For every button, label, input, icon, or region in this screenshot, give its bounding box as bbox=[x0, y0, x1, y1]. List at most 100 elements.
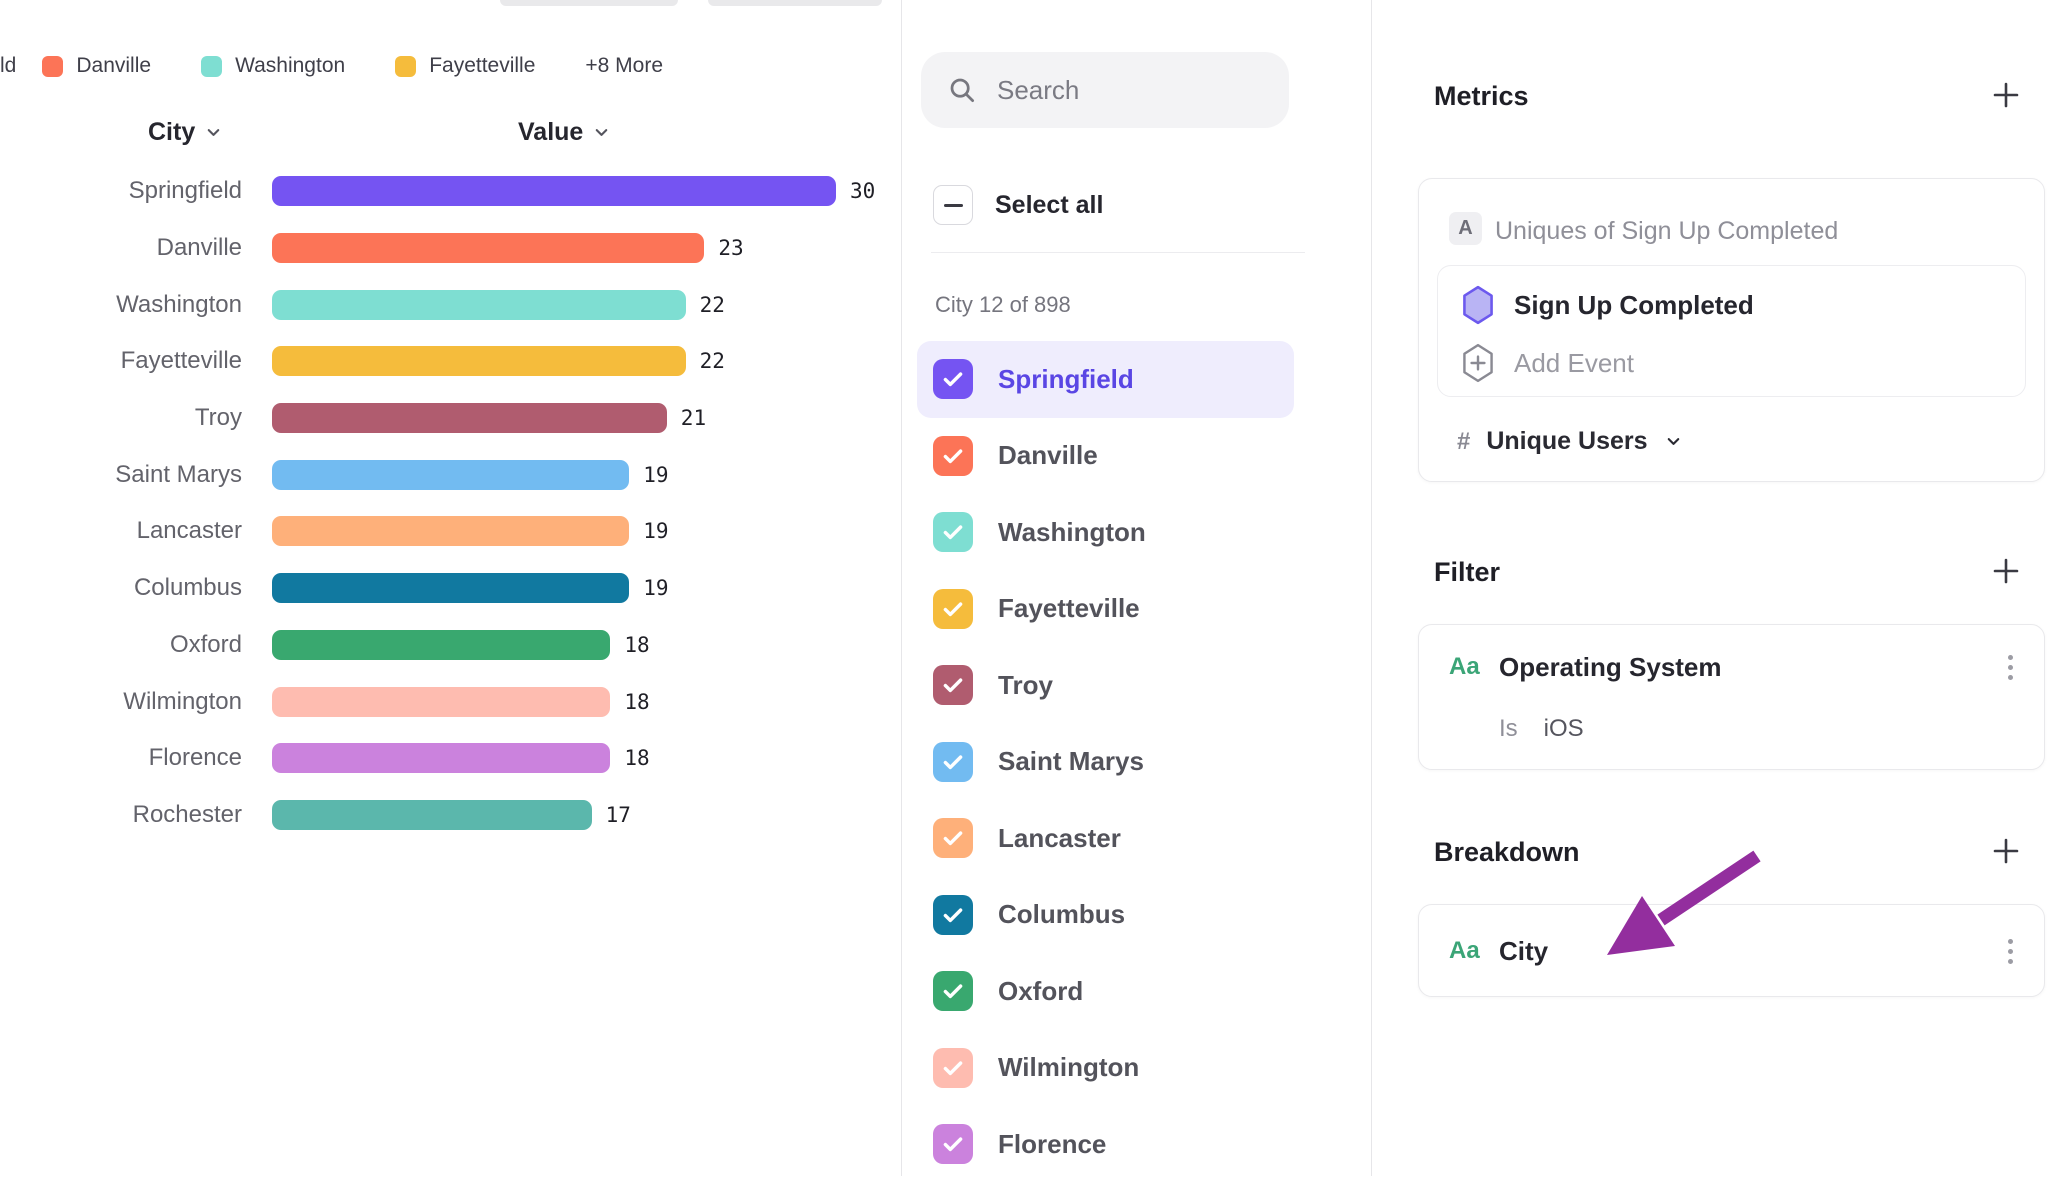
column-header-city[interactable]: City bbox=[148, 118, 223, 147]
city-checkbox[interactable] bbox=[933, 1048, 973, 1088]
city-list-item[interactable]: Saint Marys bbox=[917, 724, 1294, 801]
chart-row: Oxford18 bbox=[0, 617, 901, 674]
city-list-item[interactable]: Danville bbox=[917, 418, 1294, 495]
city-checkbox[interactable] bbox=[933, 359, 973, 399]
chart-category-label: Fayetteville bbox=[0, 347, 242, 375]
search-placeholder: Search bbox=[997, 75, 1079, 106]
city-list-item[interactable]: Lancaster bbox=[917, 800, 1294, 877]
city-list-item[interactable]: Washington bbox=[917, 494, 1294, 571]
chart-bar[interactable] bbox=[272, 743, 610, 773]
city-checkbox[interactable] bbox=[933, 436, 973, 476]
chart-row: Rochester17 bbox=[0, 787, 901, 844]
chart-bar[interactable] bbox=[272, 176, 836, 206]
chart-bar[interactable] bbox=[272, 573, 629, 603]
add-event-row[interactable]: Add Event bbox=[1460, 343, 1634, 383]
select-all-checkbox-indeterminate[interactable] bbox=[933, 185, 973, 225]
add-metric-button[interactable] bbox=[1989, 78, 2023, 112]
legend-more-label[interactable]: +8 More bbox=[585, 54, 663, 78]
chart-value-label: 23 bbox=[718, 236, 743, 260]
divider bbox=[931, 252, 1305, 253]
chart-row: Lancaster19 bbox=[0, 503, 901, 560]
check-icon bbox=[940, 672, 966, 698]
chart-value-label: 19 bbox=[643, 519, 668, 543]
chart-legend: ld Danville Washington Fayetteville +8 Mor… bbox=[0, 50, 663, 82]
chart-category-label: Saint Marys bbox=[0, 461, 242, 489]
chart-bar[interactable] bbox=[272, 233, 704, 263]
breakdown-card[interactable]: Aa City bbox=[1418, 904, 2045, 997]
city-list-item[interactable]: Florence bbox=[917, 1106, 1294, 1183]
legend-item-label[interactable]: Washington bbox=[235, 54, 345, 78]
chart-row: Saint Marys 19 bbox=[0, 446, 901, 503]
chart-category-label: Washington bbox=[0, 291, 242, 319]
filter-card[interactable]: Aa Operating System Is iOS bbox=[1418, 624, 2045, 770]
city-checkbox[interactable] bbox=[933, 742, 973, 782]
kebab-menu-icon[interactable] bbox=[2008, 939, 2013, 964]
chart-bar[interactable] bbox=[272, 800, 592, 830]
city-list-item[interactable]: Springfield bbox=[917, 341, 1294, 418]
add-event-hexagon-plus-icon bbox=[1460, 343, 1496, 383]
filter-property-name: Operating System bbox=[1499, 652, 1722, 683]
city-list-label: Troy bbox=[998, 670, 1053, 701]
chart-category-label: Springfield bbox=[0, 177, 242, 205]
city-checkbox[interactable] bbox=[933, 895, 973, 935]
chart-value-label: 22 bbox=[700, 349, 725, 373]
clipped-toolbar-button[interactable] bbox=[708, 0, 882, 6]
chart-row: Fayetteville 22 bbox=[0, 333, 901, 390]
column-header-city-label: City bbox=[148, 118, 195, 147]
chevron-down-icon bbox=[1664, 432, 1683, 451]
chart-category-label: Troy bbox=[0, 404, 242, 432]
chart-bar[interactable] bbox=[272, 630, 610, 660]
chart-bar[interactable] bbox=[272, 346, 686, 376]
column-header-value[interactable]: Value bbox=[518, 118, 611, 147]
city-checkbox[interactable] bbox=[933, 1124, 973, 1164]
city-list-label: Oxford bbox=[998, 976, 1083, 1007]
city-checkbox[interactable] bbox=[933, 589, 973, 629]
chart-value-label: 18 bbox=[624, 746, 649, 770]
add-breakdown-button[interactable] bbox=[1989, 834, 2023, 868]
add-filter-button[interactable] bbox=[1989, 554, 2023, 588]
clipped-toolbar-button[interactable] bbox=[500, 0, 678, 6]
column-header-value-label: Value bbox=[518, 118, 583, 147]
city-list-item[interactable]: Wilmington bbox=[917, 1030, 1294, 1107]
city-checkbox[interactable] bbox=[933, 818, 973, 858]
chart-value-label: 19 bbox=[643, 463, 668, 487]
city-checkbox[interactable] bbox=[933, 512, 973, 552]
chart-category-label: Oxford bbox=[0, 631, 242, 659]
city-list-item[interactable]: Fayetteville bbox=[917, 571, 1294, 648]
city-list-label: Columbus bbox=[998, 899, 1125, 930]
event-row[interactable]: Sign Up Completed bbox=[1460, 285, 1754, 325]
legend-item-label[interactable]: Fayetteville bbox=[429, 54, 535, 78]
aggregation-selector[interactable]: # Unique Users bbox=[1457, 427, 1683, 456]
event-card: Sign Up Completed Add Event bbox=[1437, 265, 2026, 397]
check-icon bbox=[940, 366, 966, 392]
metric-card[interactable]: A Uniques of Sign Up Completed Sign Up C… bbox=[1418, 178, 2045, 482]
chart-bar[interactable] bbox=[272, 460, 629, 490]
city-list-item[interactable]: Columbus bbox=[917, 877, 1294, 954]
filter-clause[interactable]: Is iOS bbox=[1499, 715, 1584, 743]
city-list-item[interactable]: Oxford bbox=[917, 953, 1294, 1030]
city-checkbox[interactable] bbox=[933, 665, 973, 705]
event-name-label: Sign Up Completed bbox=[1514, 290, 1754, 321]
legend-swatch bbox=[395, 56, 416, 77]
chevron-down-icon bbox=[204, 123, 223, 142]
select-all-label: Select all bbox=[995, 191, 1103, 220]
city-checkbox[interactable] bbox=[933, 971, 973, 1011]
chart-bar[interactable] bbox=[272, 403, 667, 433]
bar-chart: Springfield30Danville23Washington22Fayet… bbox=[0, 163, 901, 843]
select-all-row[interactable]: Select all bbox=[933, 183, 1103, 227]
check-icon bbox=[940, 978, 966, 1004]
search-input[interactable]: Search bbox=[921, 52, 1289, 128]
chart-bar[interactable] bbox=[272, 687, 610, 717]
kebab-menu-icon[interactable] bbox=[2008, 655, 2013, 680]
chart-bar[interactable] bbox=[272, 516, 629, 546]
legend-item-clipped[interactable]: ld bbox=[0, 54, 16, 78]
legend-item-label[interactable]: Danville bbox=[76, 54, 151, 78]
metric-measure-label: Uniques of Sign Up Completed bbox=[1495, 217, 1838, 246]
chart-bar[interactable] bbox=[272, 290, 686, 320]
metric-letter-badge: A bbox=[1449, 212, 1482, 245]
chart-category-label: Danville bbox=[0, 234, 242, 262]
add-event-label: Add Event bbox=[1514, 348, 1634, 379]
city-list-item[interactable]: Troy bbox=[917, 647, 1294, 724]
check-icon bbox=[940, 443, 966, 469]
property-type-badge: Aa bbox=[1449, 653, 1480, 681]
